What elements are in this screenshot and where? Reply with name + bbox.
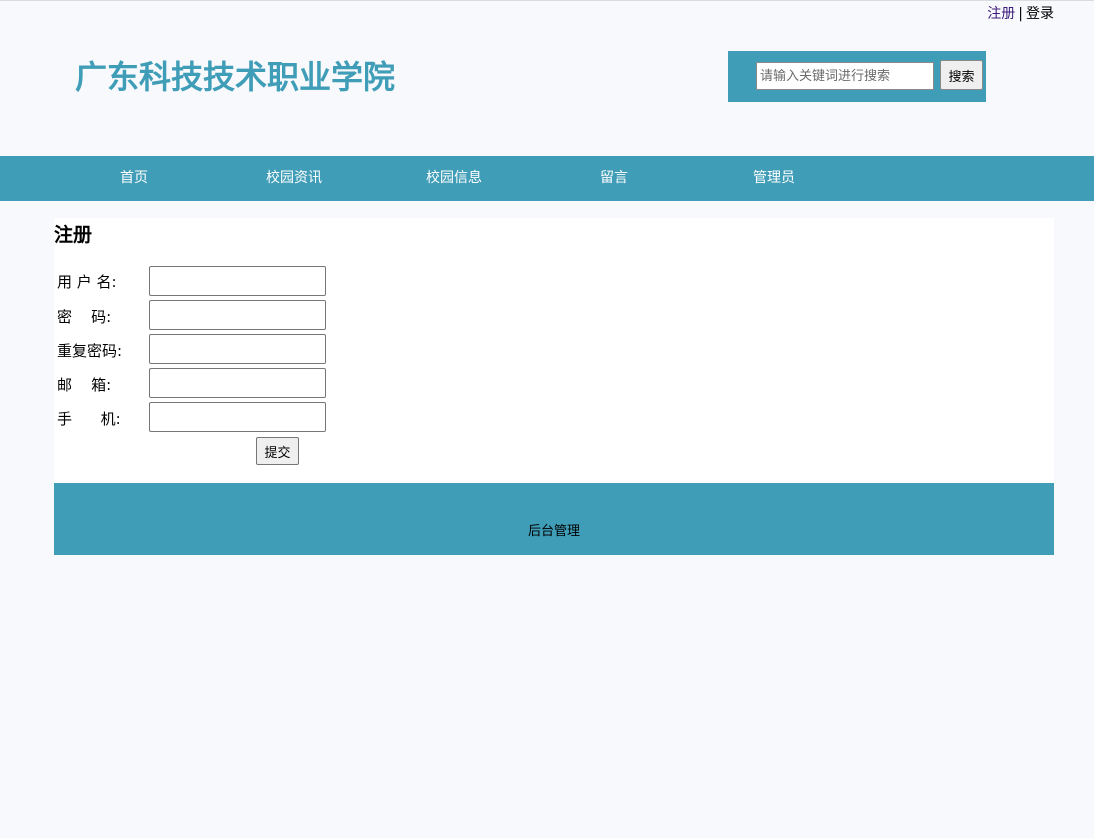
password-label: 密 码: [57, 308, 112, 326]
submit-button[interactable]: 提交 [256, 437, 299, 465]
nav-item-admin[interactable]: 管理员 [714, 156, 834, 201]
top-border [0, 0, 1094, 1]
phone-field[interactable] [149, 402, 326, 432]
register-panel: 注册 用 户 名: 密 码: 重复密码: 邮 箱: 手 机: 提交 [54, 218, 1054, 483]
confirm-password-field[interactable] [149, 334, 326, 364]
confirm-password-label: 重复密码: [57, 342, 123, 360]
email-label: 邮 箱: [57, 376, 112, 394]
register-link[interactable]: 注册 [987, 6, 1015, 22]
top-links-separator: | [1018, 6, 1023, 22]
username-label: 用 户 名: [57, 273, 117, 291]
top-links: 注册 | 登录 [987, 3, 1054, 23]
nav-item-home[interactable]: 首页 [74, 156, 194, 201]
form-title: 注册 [54, 224, 93, 246]
site-title: 广东科技技术职业学院 [75, 58, 396, 96]
footer: 后台管理 [54, 483, 1054, 555]
search-button[interactable]: 搜索 [940, 60, 983, 90]
email-field[interactable] [149, 368, 326, 398]
login-link[interactable]: 登录 [1026, 6, 1054, 22]
admin-backend-link[interactable]: 后台管理 [54, 520, 1054, 539]
username-field[interactable] [149, 266, 326, 296]
phone-label: 手 机: [57, 410, 121, 428]
nav-item-campus-news[interactable]: 校园资讯 [234, 156, 354, 201]
nav-item-message[interactable]: 留言 [554, 156, 674, 201]
nav-item-campus-info[interactable]: 校园信息 [394, 156, 514, 201]
password-field[interactable] [149, 300, 326, 330]
nav-bar: 首页 校园资讯 校园信息 留言 管理员 [0, 156, 1094, 201]
search-input[interactable] [756, 62, 934, 90]
search-box: 搜索 [728, 51, 986, 102]
